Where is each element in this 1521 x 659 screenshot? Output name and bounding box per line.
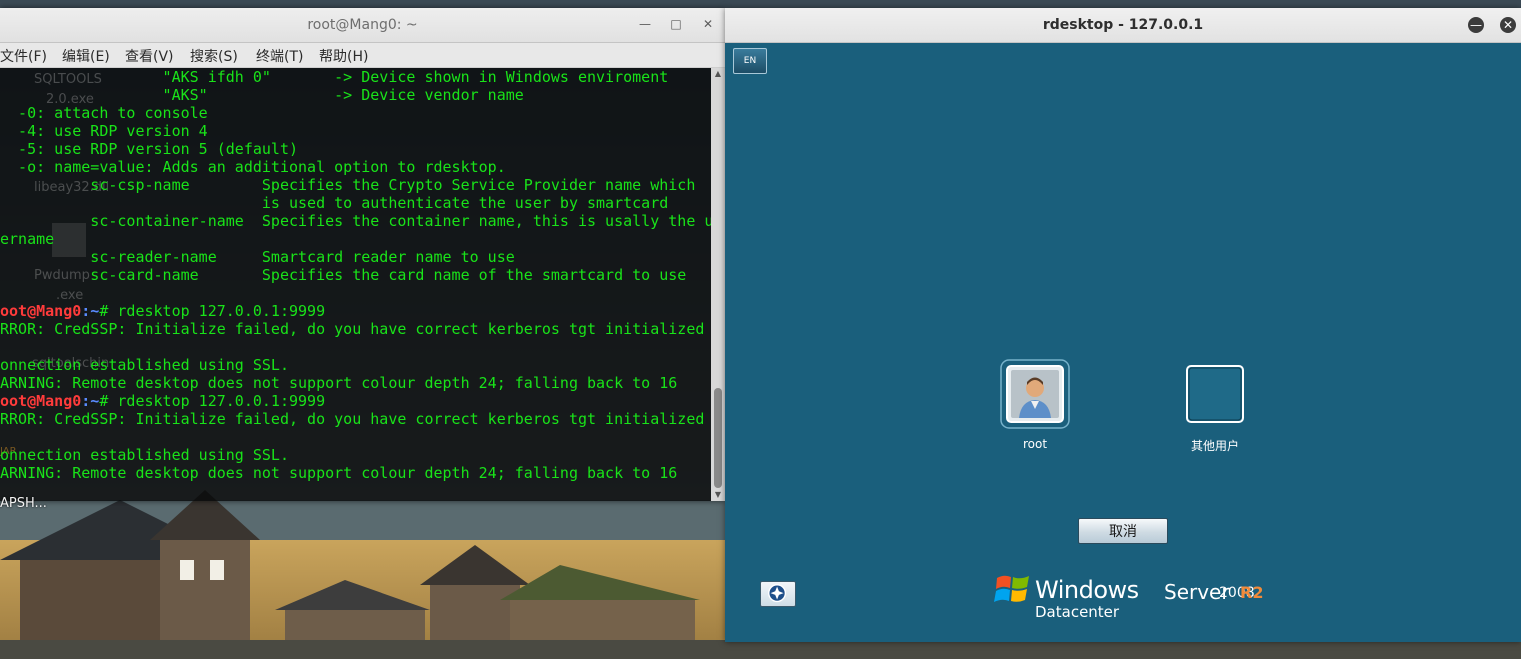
prompt-user: oot@Mang0 [0, 302, 82, 320]
terminal-line: onnection established using SSL. [0, 446, 711, 464]
terminal-line-text: sc-card-name Specifies the card name of … [0, 266, 687, 284]
terminal-line: -5: use RDP version 5 (default) [0, 140, 711, 158]
terminal-line: oot@Mang0:~# rdesktop 127.0.0.1:9999 [0, 392, 711, 410]
terminal-line: ername [0, 230, 711, 248]
menu-help[interactable]: 帮助(H) [319, 46, 368, 66]
terminal-window[interactable]: root@Mang0: ~ — □ ✕ 文件(F) 编辑(E) 查看(V) 搜索… [0, 8, 725, 501]
terminal-line: ARNING: Remote desktop does not support … [0, 374, 711, 392]
blank-user-icon [1186, 365, 1244, 423]
terminal-line: sc-csp-name Specifies the Crypto Service… [0, 176, 711, 194]
user-avatar-icon [1000, 359, 1070, 429]
terminal-line-text: is used to authenticate the user by smar… [0, 194, 669, 212]
prompt-path: :~ [81, 302, 100, 320]
user-tile-root[interactable] [1000, 359, 1070, 429]
brand-windows-text: Windows [1035, 576, 1139, 604]
menu-terminal[interactable]: 终端(T) [256, 46, 303, 66]
terminal-line: RROR: CredSSP: Initialize failed, do you… [0, 320, 711, 338]
terminal-line: "AKS" -> Device vendor name [0, 86, 711, 104]
menu-file[interactable]: 文件(F) [0, 46, 47, 66]
user-tile-other[interactable] [1180, 359, 1250, 429]
terminal-line: RROR: CredSSP: Initialize failed, do you… [0, 410, 711, 428]
user-tile-root-label[interactable]: root [975, 437, 1095, 451]
terminal-line: -0: attach to console [0, 104, 711, 122]
terminal-line-text: onnection established using SSL. [0, 446, 289, 464]
menu-search[interactable]: 搜索(S) [190, 46, 238, 66]
terminal-line-text: -4: use RDP version 4 [0, 122, 208, 140]
terminal-line-text: ARNING: Remote desktop does not support … [0, 374, 678, 392]
prompt-user: oot@Mang0 [0, 392, 82, 410]
ease-of-access-button[interactable] [760, 581, 796, 607]
terminal-titlebar[interactable]: root@Mang0: ~ — □ ✕ [0, 8, 725, 43]
terminal-minimize-button[interactable]: — [637, 16, 653, 32]
terminal-line: ARNING: Remote desktop does not support … [0, 464, 711, 482]
terminal-line: sc-reader-name Smartcard reader name to … [0, 248, 711, 266]
terminal-line-text: "AKS" -> Device vendor name [0, 86, 524, 104]
ease-of-access-icon [768, 584, 787, 603]
rdesktop-minimize-button[interactable]: — [1468, 17, 1484, 33]
terminal-line: sc-card-name Specifies the card name of … [0, 266, 711, 284]
terminal-line: onnection established using SSL. [0, 356, 711, 374]
terminal-line-text: # rdesktop 127.0.0.1:9999 [99, 392, 326, 410]
terminal-line-text: -o: name=value: Adds an additional optio… [0, 158, 506, 176]
terminal-scrollbar[interactable]: ▲ ▼ [711, 68, 725, 501]
terminal-line: "AKS ifdh 0" -> Device shown in Windows … [0, 68, 711, 86]
scroll-up-arrow-icon[interactable]: ▲ [711, 68, 725, 80]
terminal-text: "AKS ifdh 0" -> Device shown in Windows … [0, 68, 711, 482]
rdesktop-titlebar[interactable]: rdesktop - 127.0.0.1 — ✕ [725, 8, 1521, 43]
terminal-line-text: sc-csp-name Specifies the Crypto Service… [0, 176, 696, 194]
scroll-down-arrow-icon[interactable]: ▼ [711, 489, 725, 501]
brand-edition-text: Datacenter [1035, 603, 1120, 621]
terminal-line: oot@Mang0:~# rdesktop 127.0.0.1:9999 [0, 302, 711, 320]
terminal-line-text: RROR: CredSSP: Initialize failed, do you… [0, 410, 705, 428]
terminal-maximize-button[interactable]: □ [668, 16, 684, 32]
terminal-line-text: sc-reader-name Smartcard reader name to … [0, 248, 515, 266]
desktop-icon-label-below: APSH... [0, 496, 47, 511]
terminal-line: sc-container-name Specifies the containe… [0, 212, 711, 230]
terminal-line-text: ername [0, 230, 55, 248]
terminal-line-text: onnection established using SSL. [0, 356, 289, 374]
terminal-line-text: -0: attach to console [0, 104, 208, 122]
terminal-title: root@Mang0: ~ [307, 17, 418, 33]
terminal-output[interactable]: SQLTOOLS 2.0.exe libeay32.dll Pwdump .ex… [0, 68, 711, 501]
windows-server-brand: Windows Server 2008 R2 Datacenter [993, 566, 1293, 630]
user-tile-other-label[interactable]: 其他用户 [1155, 437, 1275, 454]
terminal-line-text: RROR: CredSSP: Initialize failed, do you… [0, 320, 705, 338]
rdesktop-title: rdesktop - 127.0.0.1 [1042, 17, 1204, 33]
terminal-line-text: "AKS ifdh 0" -> Device shown in Windows … [0, 68, 669, 86]
rdesktop-close-button[interactable]: ✕ [1500, 17, 1516, 33]
windows-logo-icon [994, 575, 1029, 602]
menu-edit[interactable]: 编辑(E) [62, 46, 110, 66]
menu-view[interactable]: 查看(V) [125, 46, 174, 66]
remote-login-screen[interactable]: EN root 其他用户 取消 Windows Server 2008 R2 D… [725, 43, 1521, 642]
terminal-line: -o: name=value: Adds an additional optio… [0, 158, 711, 176]
terminal-line-text: sc-container-name Specifies the containe… [0, 212, 711, 230]
terminal-line: is used to authenticate the user by smar… [0, 194, 711, 212]
terminal-line-text: ARNING: Remote desktop does not support … [0, 464, 678, 482]
brand-release-text: R2 [1240, 583, 1264, 602]
terminal-menubar: 文件(F) 编辑(E) 查看(V) 搜索(S) 终端(T) 帮助(H) [0, 43, 725, 68]
input-language-button[interactable]: EN [733, 48, 767, 74]
terminal-line-text: # rdesktop 127.0.0.1:9999 [99, 302, 326, 320]
rdesktop-window[interactable]: rdesktop - 127.0.0.1 — ✕ EN root 其他用户 取消… [725, 8, 1521, 642]
cancel-button[interactable]: 取消 [1078, 518, 1168, 544]
terminal-line: -4: use RDP version 4 [0, 122, 711, 140]
terminal-close-button[interactable]: ✕ [700, 16, 716, 32]
terminal-scroll-thumb[interactable] [714, 388, 722, 488]
prompt-path: :~ [81, 392, 100, 410]
terminal-line-text: -5: use RDP version 5 (default) [0, 140, 299, 158]
